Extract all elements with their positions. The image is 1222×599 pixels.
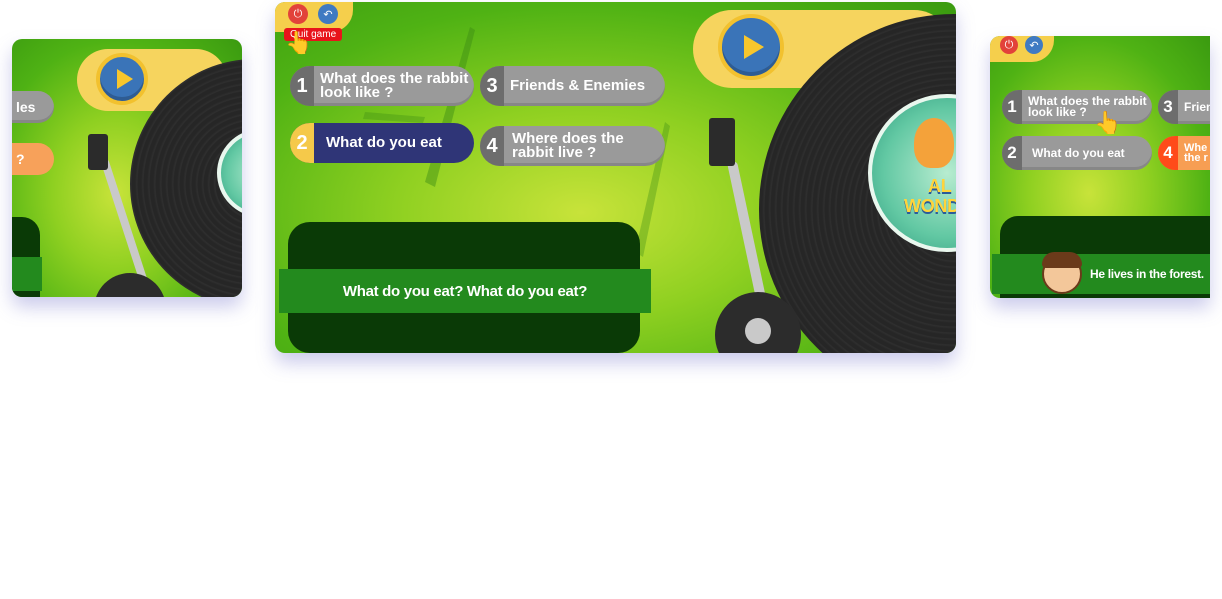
option-label: Friends & Enemies	[510, 77, 646, 94]
option-label: What do you eat	[1032, 146, 1125, 160]
option-label: What do you eat	[326, 134, 442, 151]
option-label: les	[16, 99, 36, 115]
option-label: What does the rabbit look like ?	[320, 70, 469, 101]
pointer-hand-icon: 👆	[285, 30, 313, 55]
tonearm-head	[709, 118, 735, 166]
back-button[interactable]: ↶	[318, 4, 338, 24]
option-label: Frien	[1184, 100, 1210, 114]
option-2-button-selected[interactable]: 2 What do you eat	[290, 123, 474, 163]
option-1-button[interactable]: 1 What does the rabbit look like ?	[290, 66, 474, 106]
play-icon	[116, 69, 133, 89]
option-label: Whe the r	[1184, 142, 1208, 164]
back-icon: ↶	[323, 8, 333, 21]
caption-text: He lives in the forest.	[1090, 267, 1204, 281]
back-button[interactable]: ↶	[1025, 36, 1043, 54]
game-preview-left[interactable]: les ?	[12, 39, 242, 297]
back-icon: ↶	[1029, 39, 1039, 52]
caption-banner: What do you eat? What do you eat?	[279, 269, 651, 313]
game-screen-main[interactable]: ⏻ ↶ Quit game 👆 1 What does the rabbit l…	[275, 2, 956, 353]
game-preview-right[interactable]: ⏻ ↶ 1 What does the rabbit look like ? 👆…	[990, 36, 1210, 298]
hair	[1042, 252, 1082, 268]
option-number: 2	[1002, 136, 1022, 170]
disc-title-line2: WOND	[904, 196, 956, 216]
option-3-button[interactable]: 3 Friends & Enemies	[480, 66, 665, 106]
play-icon	[743, 35, 764, 59]
option-3-button[interactable]: 3 Frien	[1158, 90, 1210, 124]
tonearm-head	[88, 134, 108, 170]
option-4-button[interactable]: 4 Whe the r	[1158, 136, 1210, 170]
option-label: ?	[16, 151, 25, 167]
caption-text: What do you eat? What do you eat?	[342, 282, 588, 300]
boy-avatar	[1042, 252, 1082, 294]
option-button[interactable]: les	[12, 91, 54, 123]
option-button[interactable]: ?	[12, 143, 54, 175]
control-bar	[990, 36, 1054, 62]
disc-title-line1: AL	[928, 176, 952, 196]
tonearm-base	[94, 273, 166, 297]
play-button[interactable]	[96, 53, 148, 105]
power-icon: ⏻	[293, 7, 303, 20]
power-button[interactable]: ⏻	[288, 4, 308, 24]
option-label: What does the rabbit look like ?	[1028, 94, 1147, 119]
caption-banner: He lives in the forest.	[992, 252, 1210, 294]
pointer-hand-icon: 👆	[1094, 110, 1122, 135]
tonearm-pivot	[745, 318, 771, 344]
option-number: 4	[1158, 136, 1178, 170]
power-icon: ⏻	[1004, 38, 1014, 51]
caption-banner	[12, 257, 42, 291]
option-2-button[interactable]: 2 What do you eat	[1002, 136, 1152, 170]
alice-character-icon	[914, 118, 954, 168]
option-number: 3	[1158, 90, 1178, 124]
play-button[interactable]	[718, 14, 784, 80]
option-1-button[interactable]: 1 What does the rabbit look like ?	[1002, 90, 1152, 124]
option-4-button[interactable]: 4 Where does the rabbit live ?	[480, 126, 665, 166]
power-button[interactable]: ⏻	[1000, 36, 1018, 54]
option-number: 1	[1002, 90, 1022, 124]
option-label: Where does the rabbit live ?	[512, 130, 624, 161]
